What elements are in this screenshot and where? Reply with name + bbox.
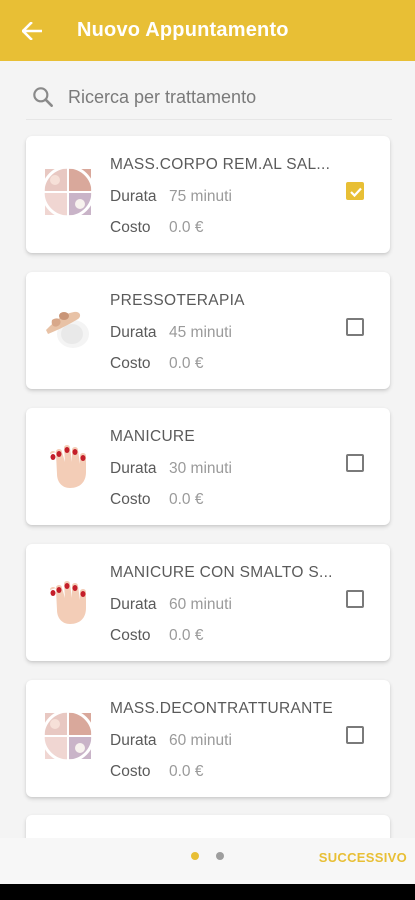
select-checkbox[interactable]: [346, 590, 364, 608]
duration-value: 45 minuti: [169, 324, 232, 341]
duration-value: 75 minuti: [169, 188, 232, 205]
duration-row: Durata 45 minuti: [110, 324, 232, 342]
page-indicator-dot-active: [191, 852, 199, 860]
cost-row: Costo 0.0 €: [110, 355, 203, 373]
duration-value: 60 minuti: [169, 732, 232, 749]
search-input[interactable]: [68, 86, 368, 108]
next-button[interactable]: SUCCESSIVO: [319, 850, 407, 865]
treatment-card[interactable]: MASS.CORPO REM.AL SAL... Durata 75 minuti…: [26, 136, 390, 253]
duration-label: Durata: [110, 188, 157, 205]
duration-row: Durata 75 minuti: [110, 188, 232, 206]
treatment-name: MASS.DECONTRATTURANTE: [110, 700, 334, 717]
cost-row: Costo 0.0 €: [110, 763, 203, 781]
pressotherapy-image: [46, 311, 89, 348]
app-bar: Nuovo Appuntamento: [0, 0, 415, 61]
duration-label: Durata: [110, 732, 157, 749]
cost-label: Costo: [110, 219, 151, 236]
cost-value: 0.0 €: [169, 491, 204, 508]
cost-label: Costo: [110, 763, 151, 780]
cost-row: Costo 0.0 €: [110, 219, 203, 237]
select-checkbox[interactable]: [346, 454, 364, 472]
select-checkbox[interactable]: [346, 726, 364, 744]
treatment-name: MANICURE: [110, 428, 196, 445]
duration-row: Durata 60 minuti: [110, 596, 232, 614]
search-bar: [26, 75, 392, 120]
duration-label: Durata: [110, 324, 157, 341]
page-indicator-dot: [216, 852, 224, 860]
duration-row: Durata 30 minuti: [110, 460, 232, 478]
select-checkbox[interactable]: [346, 318, 364, 336]
cost-row: Costo 0.0 €: [110, 491, 203, 509]
massage-collage-image: [41, 709, 95, 763]
page-title: Nuovo Appuntamento: [77, 19, 289, 41]
treatment-card[interactable]: MASS.DECONTRATTURANTE Durata 60 minuti Co…: [26, 680, 390, 797]
cost-value: 0.0 €: [169, 763, 204, 780]
system-nav-bar: [0, 884, 415, 900]
treatment-name: MASS.CORPO REM.AL SAL...: [110, 156, 331, 173]
red-nails-image: [50, 581, 86, 624]
cost-label: Costo: [110, 627, 151, 644]
duration-row: Durata 60 minuti: [110, 732, 232, 750]
cost-value: 0.0 €: [169, 219, 204, 236]
arrow-left-icon: [22, 21, 42, 40]
cost-value: 0.0 €: [169, 355, 204, 372]
treatment-card[interactable]: PRESSOTERAPIA Durata 45 minuti Costo 0.0 €: [26, 272, 390, 389]
cost-row: Costo 0.0 €: [110, 627, 203, 645]
cost-value: 0.0 €: [169, 627, 204, 644]
cost-label: Costo: [110, 355, 151, 372]
treatment-name: MANICURE CON SMALTO S...: [110, 564, 333, 581]
duration-value: 30 minuti: [169, 460, 232, 477]
back-button[interactable]: [2, 0, 62, 61]
duration-label: Durata: [110, 596, 157, 613]
cost-label: Costo: [110, 491, 151, 508]
red-nails-image: [50, 445, 86, 488]
treatment-card[interactable]: MANICURE Durata 30 minuti Costo 0.0 €: [26, 408, 390, 525]
select-checkbox[interactable]: [346, 182, 364, 200]
duration-label: Durata: [110, 460, 157, 477]
treatment-name: PRESSOTERAPIA: [110, 292, 245, 309]
search-icon: [33, 87, 53, 107]
treatment-card[interactable]: MANICURE CON SMALTO S... Durata 60 minuti…: [26, 544, 390, 661]
footer-bar: SUCCESSIVO: [0, 838, 415, 884]
massage-collage-image: [41, 165, 95, 219]
check-icon: [350, 187, 362, 198]
duration-value: 60 minuti: [169, 596, 232, 613]
